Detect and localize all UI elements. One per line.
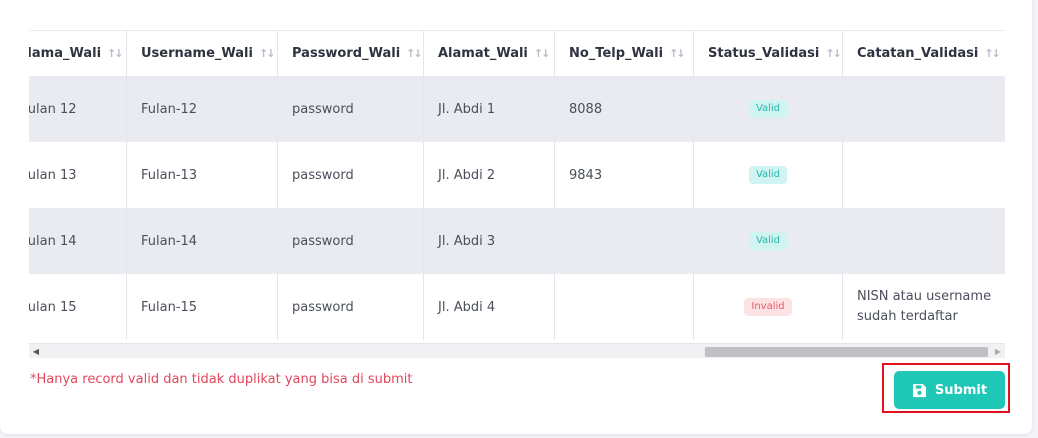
column-header-alamat-wali[interactable]: Alamat_Wali ↑↓ [424,30,555,76]
cell-status-validasi: Invalid [694,274,843,340]
column-header-nama-wali[interactable]: Nama_Wali ↑↓ [29,30,127,76]
cell-nama-wali: Fulan 12 [29,76,127,142]
submit-note: *Hanya record valid dan tidak duplikat y… [30,372,413,387]
submit-button[interactable]: Submit [894,371,1005,409]
sort-arrows-icon[interactable]: ↑↓ [669,47,686,60]
cell-no-telp-wali: 8088 [555,76,694,142]
column-header-label: Catatan_Validasi [857,46,979,61]
cell-alamat-wali: Jl. Abdi 3 [424,208,555,274]
status-badge: Invalid [744,298,792,316]
cell-nama-wali: Fulan 13 [29,142,127,208]
status-badge: Valid [748,166,788,184]
column-header-label: No_Telp_Wali [569,46,664,61]
cell-password-wali: password [278,142,424,208]
status-badge: Valid [748,232,788,250]
cell-username-wali: Fulan-13 [127,142,278,208]
cell-password-wali: password [278,76,424,142]
cell-status-validasi: Valid [694,142,843,208]
save-icon [912,383,926,397]
cell-alamat-wali: Jl. Abdi 2 [424,142,555,208]
column-header-label: Password_Wali [292,46,401,61]
cell-username-wali: Fulan-14 [127,208,278,274]
column-header-label: Nama_Wali [29,46,102,61]
column-header-status-validasi[interactable]: Status_Validasi ↑↓ [694,30,843,76]
table-row: Fulan 14 Fulan-14 password Jl. Abdi 3 Va… [29,208,1005,274]
sort-arrows-icon[interactable]: ↑↓ [259,47,276,60]
scrollbar-thumb[interactable] [705,347,988,357]
cell-username-wali: Fulan-15 [127,274,278,340]
column-header-password-wali[interactable]: Password_Wali ↑↓ [278,30,424,76]
column-header-username-wali[interactable]: Username_Wali ↑↓ [127,30,278,76]
cell-password-wali: password [278,274,424,340]
submit-button-label: Submit [934,382,988,398]
cell-alamat-wali: Jl. Abdi 4 [424,274,555,340]
column-header-catatan-validasi[interactable]: Catatan_Validasi ↑↓ [843,30,1005,76]
sort-arrows-icon[interactable]: ↑↓ [825,47,842,60]
cell-catatan-validasi: NISN atau username sudah terdaftar [843,274,1005,340]
status-badge: Valid [748,100,788,118]
column-header-no-telp-wali[interactable]: No_Telp_Wali ↑↓ [555,30,694,76]
scroll-right-arrow-icon[interactable]: ▶ [991,344,1005,358]
sort-arrows-icon[interactable]: ↑↓ [107,47,124,60]
cell-alamat-wali: Jl. Abdi 1 [424,76,555,142]
cell-catatan-validasi [843,208,1005,274]
cell-status-validasi: Valid [694,208,843,274]
table-content: Nama_Wali ↑↓ Username_Wali ↑↓ Password_W… [29,30,1005,340]
cell-status-validasi: Valid [694,76,843,142]
cell-nama-wali: Fulan 15 [29,274,127,340]
sort-arrows-icon[interactable]: ↑↓ [984,47,1001,60]
sort-arrows-icon[interactable]: ↑↓ [534,47,551,60]
cell-username-wali: Fulan-12 [127,76,278,142]
scroll-left-arrow-icon[interactable]: ◀ [29,344,43,358]
cell-password-wali: password [278,208,424,274]
table-row: Fulan 15 Fulan-15 password Jl. Abdi 4 In… [29,274,1005,340]
column-header-label: Alamat_Wali [438,46,528,61]
cell-no-telp-wali [555,208,694,274]
column-header-label: Status_Validasi [708,46,820,61]
cell-catatan-validasi [843,76,1005,142]
cell-no-telp-wali: 9843 [555,142,694,208]
table-row: Fulan 13 Fulan-13 password Jl. Abdi 2 98… [29,142,1005,208]
cell-nama-wali: Fulan 14 [29,208,127,274]
cell-no-telp-wali [555,274,694,340]
cell-catatan-validasi [843,142,1005,208]
table-header-row: Nama_Wali ↑↓ Username_Wali ↑↓ Password_W… [29,30,1005,76]
sort-arrows-icon[interactable]: ↑↓ [406,47,423,60]
column-header-label: Username_Wali [141,46,253,61]
horizontal-scrollbar[interactable]: ◀ ▶ [29,343,1005,358]
table-row: Fulan 12 Fulan-12 password Jl. Abdi 1 80… [29,76,1005,142]
import-preview-table: Nama_Wali ↑↓ Username_Wali ↑↓ Password_W… [29,30,1005,358]
